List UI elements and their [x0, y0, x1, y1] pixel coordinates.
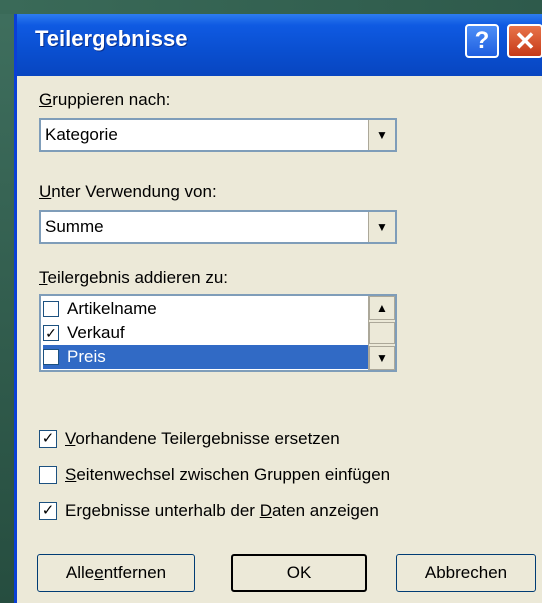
option-label: Ergebnisse unterhalb der Daten anzeigen — [65, 501, 379, 520]
use-function-label: Unter Verwendung von: — [39, 182, 217, 201]
list-item-label: Artikelname — [67, 299, 157, 318]
chevron-down-icon[interactable]: ▼ — [368, 212, 395, 242]
remove-all-button[interactable]: Alle e ntfernen — [37, 554, 195, 592]
list-item[interactable]: ✓ Verkauf — [43, 321, 369, 345]
add-to-label: Teilergebnis addieren zu: — [39, 268, 229, 287]
checkbox[interactable]: ✓ — [39, 502, 57, 520]
list-item[interactable]: Artikelname — [43, 297, 369, 321]
checkbox[interactable] — [39, 466, 57, 484]
list-item-label: Preis — [67, 347, 106, 366]
list-item-selected[interactable]: Preis — [43, 345, 369, 369]
group-by-value: Kategorie — [45, 125, 118, 144]
option-label: Seitenwechsel zwischen Gruppen einfügen — [65, 465, 391, 484]
scroll-thumb[interactable] — [369, 322, 395, 344]
group-by-select[interactable]: Kategorie ▼ — [39, 118, 397, 152]
ok-button[interactable]: OK — [231, 554, 367, 592]
close-icon: ✕ — [514, 25, 536, 56]
add-to-listbox[interactable]: Artikelname ✓ Verkauf Preis ▲ ▼ — [39, 294, 397, 372]
cancel-button[interactable]: Abbrechen — [396, 554, 536, 592]
dialog-title: Teilergebnisse — [35, 26, 188, 51]
use-function-select[interactable]: Summe ▼ — [39, 210, 397, 244]
checkbox[interactable] — [43, 349, 59, 365]
close-button[interactable]: ✕ — [507, 24, 542, 58]
scrollbar[interactable]: ▲ ▼ — [368, 296, 395, 370]
subtotals-dialog: Teilergebnisse ? ✕ Gruppieren nach: Kate… — [14, 14, 542, 603]
scroll-up-icon[interactable]: ▲ — [369, 296, 395, 320]
title-bar[interactable]: Teilergebnisse ? ✕ — [17, 14, 542, 76]
list-item-label: Verkauf — [67, 323, 125, 342]
option-label: Vorhandene Teilergebnisse ersetzen — [65, 429, 340, 448]
option-page-break[interactable]: Seitenwechsel zwischen Gruppen einfügen — [39, 465, 390, 485]
desktop-background-top — [0, 0, 542, 14]
group-by-label: Gruppieren nach: — [39, 90, 171, 109]
option-summary-below[interactable]: ✓ Ergebnisse unterhalb der Daten anzeige… — [39, 501, 379, 521]
option-replace-subtotals[interactable]: ✓ Vorhandene Teilergebnisse ersetzen — [39, 429, 340, 449]
checkbox[interactable]: ✓ — [39, 430, 57, 448]
chevron-down-icon[interactable]: ▼ — [368, 120, 395, 150]
help-icon: ? — [474, 27, 490, 54]
checkbox[interactable] — [43, 301, 59, 317]
scroll-down-icon[interactable]: ▼ — [369, 346, 395, 370]
desktop-background — [0, 0, 14, 603]
checkbox[interactable]: ✓ — [43, 325, 59, 341]
help-button[interactable]: ? — [465, 24, 499, 58]
use-function-value: Summe — [45, 217, 104, 236]
